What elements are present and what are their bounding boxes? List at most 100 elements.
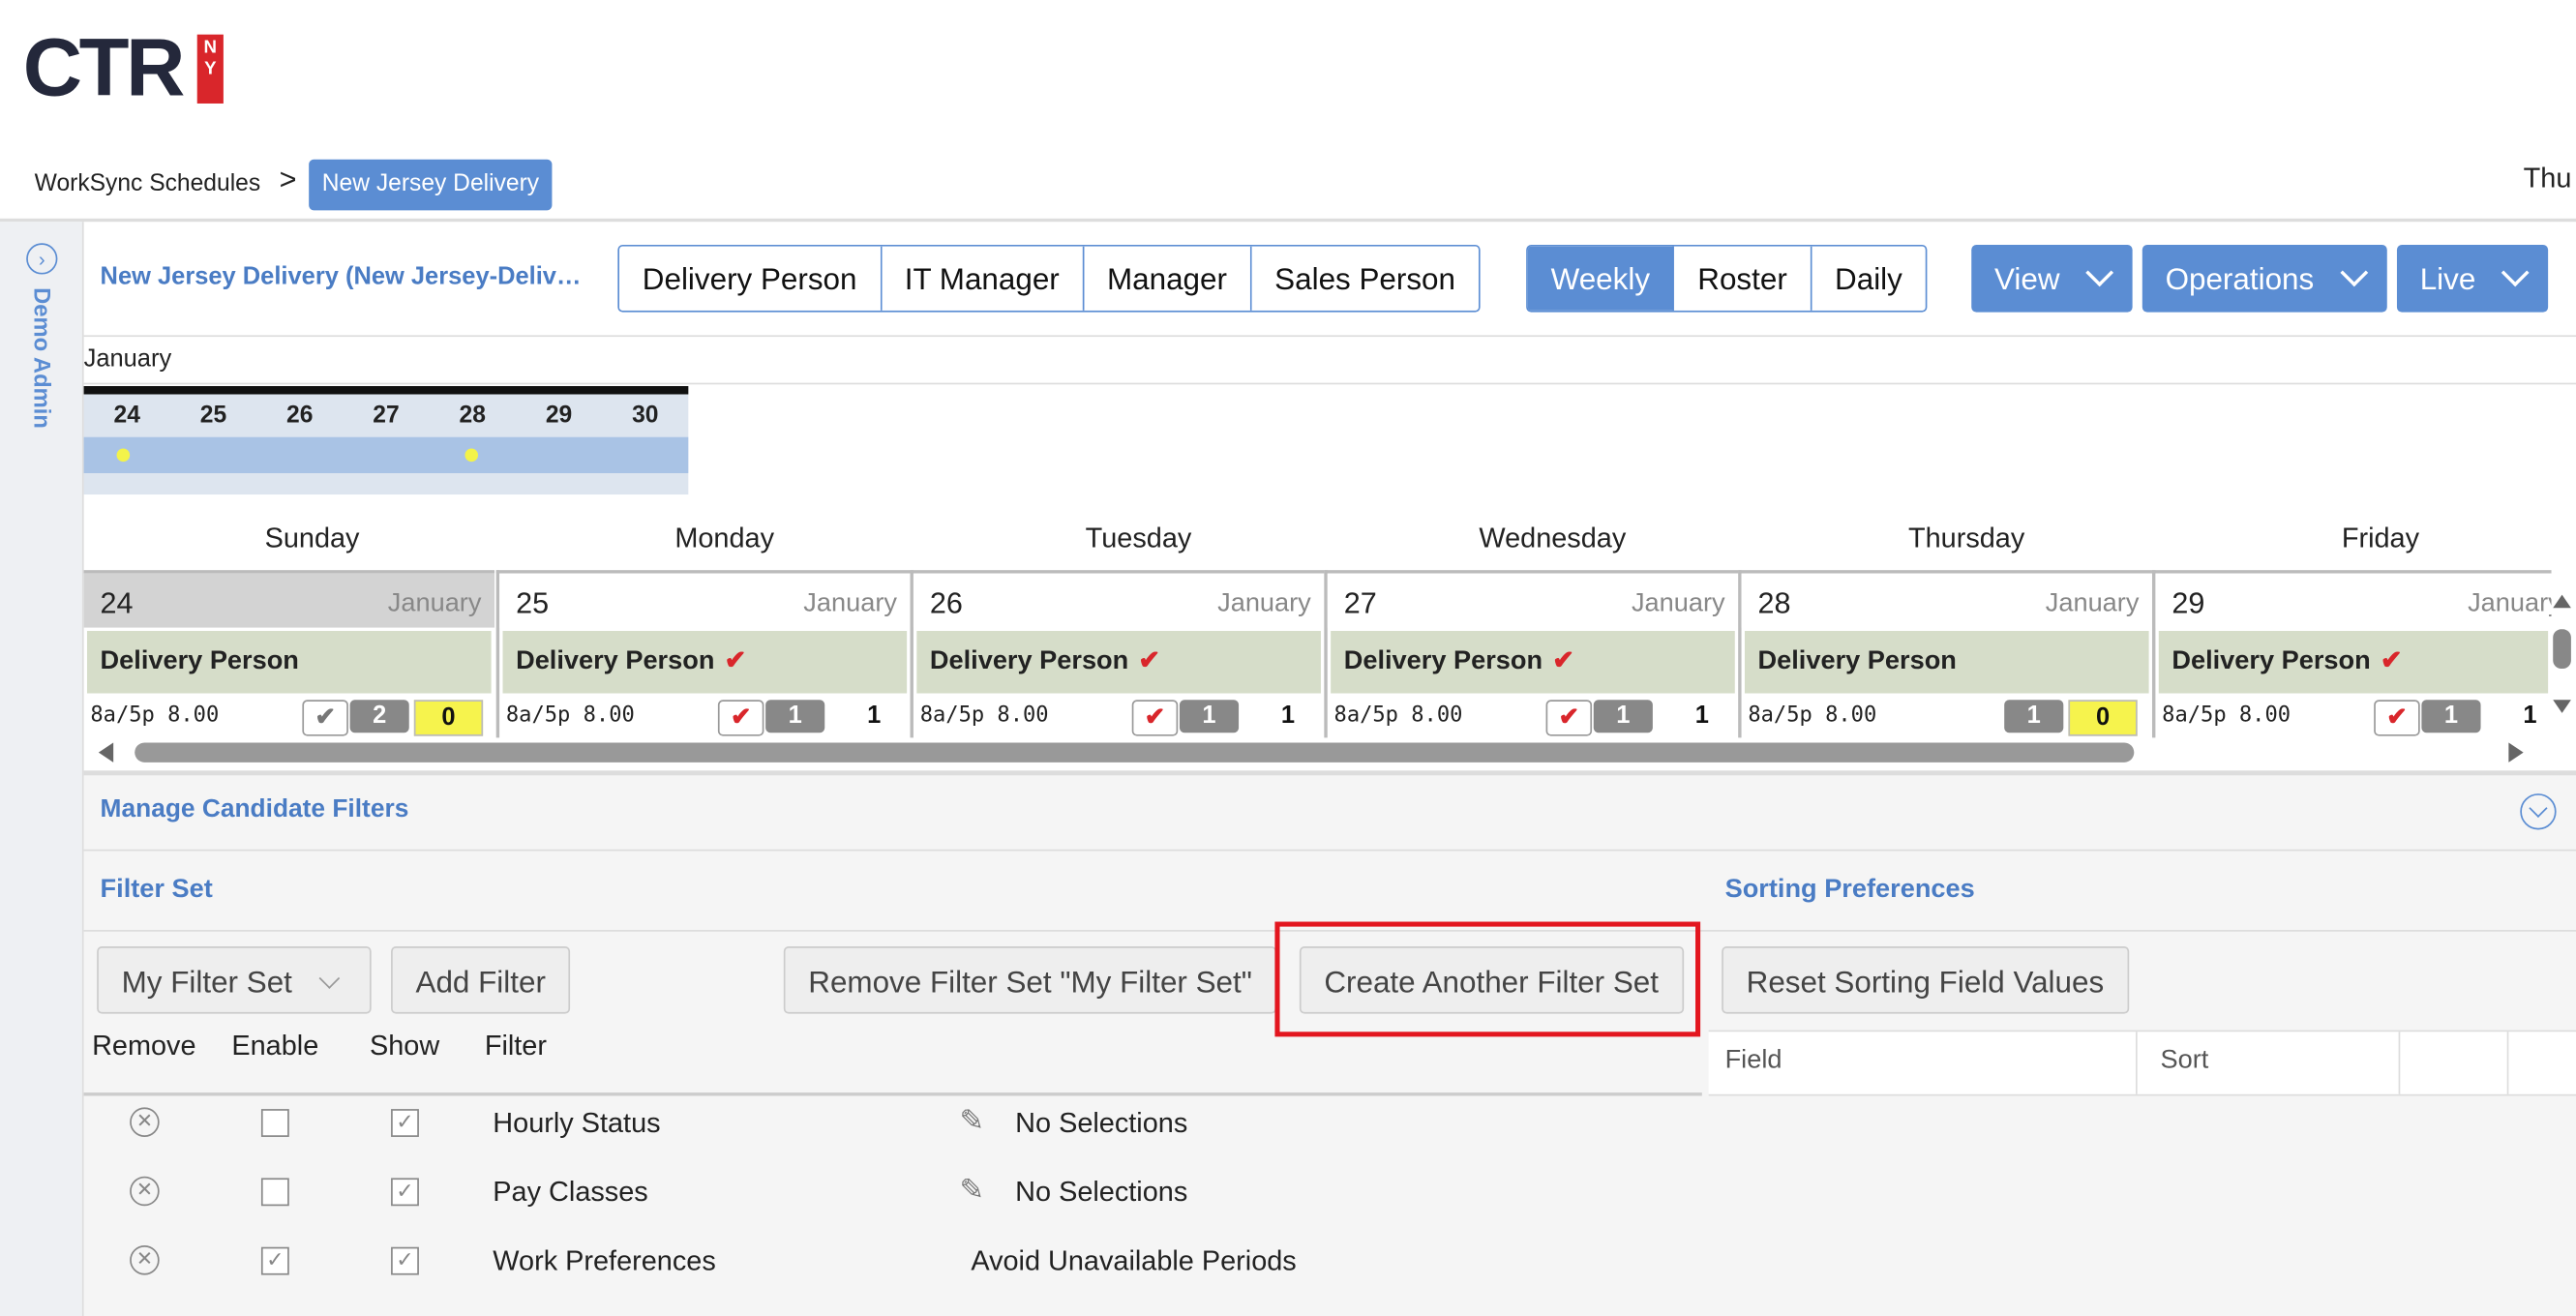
scroll-right-icon[interactable] (2505, 742, 2525, 763)
day-header[interactable]: 27 January (1327, 573, 1739, 628)
shift-row[interactable]: 8a/5p 8.00 ✔ 1 1 (499, 694, 910, 736)
role-cell[interactable]: Delivery Person (1744, 630, 2149, 694)
logo-badge: NY (196, 34, 224, 104)
open-count[interactable]: 0 (413, 700, 484, 736)
breadcrumb-separator: > (279, 163, 297, 196)
reset-sorting-button[interactable]: Reset Sorting Field Values (1722, 945, 2129, 1014)
filter-value: No Selections (1015, 1176, 1188, 1208)
remove-filter-icon[interactable]: ✕ (130, 1245, 160, 1275)
check-icon[interactable]: ✔ (2374, 700, 2420, 736)
remove-filter-icon[interactable]: ✕ (130, 1176, 160, 1207)
shift-row[interactable]: 8a/5p 8.00 ✔ 1 1 (1328, 694, 1738, 736)
role-cell[interactable]: Delivery Person (86, 630, 492, 694)
day-header[interactable]: 29 January (2155, 573, 2552, 628)
tab-roster[interactable]: Roster (1674, 246, 1812, 311)
enable-checkbox[interactable]: ✓ (260, 1246, 289, 1275)
live-menu-button[interactable]: Live (2396, 244, 2549, 313)
check-icon[interactable]: ✔ (1131, 700, 1179, 736)
role-cell[interactable]: Delivery Person ✔ (2158, 630, 2549, 694)
tab-it-manager[interactable]: IT Manager (881, 246, 1085, 311)
ctr-logo[interactable]: CTR NY (23, 26, 237, 108)
schedule-title[interactable]: New Jersey Delivery (New Jersey-Deliv… (101, 263, 618, 291)
add-filter-button[interactable]: Add Filter (391, 945, 571, 1014)
chevron-down-icon (2084, 258, 2113, 287)
filter-set-select-value: My Filter Set (121, 964, 292, 1000)
dayname-tuesday: Tuesday (1085, 522, 1192, 554)
show-checkbox[interactable]: ✓ (391, 1178, 419, 1207)
breadcrumb-current[interactable]: New Jersey Delivery (309, 159, 553, 211)
tab-weekly[interactable]: Weekly (1527, 246, 1675, 311)
mini-calendar-day[interactable]: 26 (256, 394, 343, 436)
day-header[interactable]: 25 January (499, 573, 911, 628)
shift-row[interactable]: 8a/5p 8.00 ✔ 1 1 (914, 694, 1324, 736)
day-header[interactable]: 24 January (83, 573, 495, 628)
dayname-wednesday: Wednesday (1479, 522, 1627, 554)
mini-calendar-day[interactable]: 28 (430, 394, 516, 436)
role-cell[interactable]: Delivery Person ✔ (916, 630, 1321, 694)
tab-sales-person[interactable]: Sales Person (1251, 246, 1479, 311)
breadcrumb-root-link[interactable]: WorkSync Schedules (35, 171, 261, 197)
shift-time: 8a/5p 8.00 (1748, 703, 1877, 729)
role-cell[interactable]: Delivery Person ✔ (1331, 630, 1735, 694)
mini-calendar-topbar (83, 386, 689, 395)
expand-sidebar-icon[interactable]: › (26, 243, 58, 275)
assigned-count[interactable]: 1 (2421, 700, 2481, 733)
mini-calendar-day[interactable]: 27 (343, 394, 429, 436)
chevron-down-icon (2501, 258, 2530, 287)
assigned-count[interactable]: 1 (1593, 700, 1653, 733)
day-column-monday: 25 January Delivery Person ✔ 8a/5p 8.00 ✔ … (495, 570, 911, 738)
mini-calendar-day[interactable]: 29 (516, 394, 602, 436)
role-cell[interactable]: Delivery Person ✔ (502, 630, 908, 694)
day-header[interactable]: 28 January (1741, 573, 2152, 628)
collapse-panel-icon[interactable] (2520, 793, 2557, 830)
pencil-icon[interactable]: ✎ (959, 1173, 984, 1208)
operations-menu-label: Operations (2165, 260, 2315, 296)
shift-row[interactable]: 8a/5p 8.00 ✔ 2 0 (84, 694, 494, 736)
vertical-scrollbar[interactable] (2548, 588, 2576, 727)
open-count[interactable]: 0 (2068, 700, 2138, 736)
day-number: 25 (516, 586, 550, 620)
assigned-count[interactable]: 1 (2004, 700, 2064, 733)
mini-calendar-day[interactable]: 30 (602, 394, 688, 436)
filter-value: Avoid Unavailable Periods (971, 1245, 1297, 1277)
filter-set-select[interactable]: My Filter Set (97, 945, 372, 1014)
scroll-left-icon[interactable] (97, 742, 116, 763)
dayname-monday: Monday (674, 522, 775, 554)
check-icon[interactable]: ✔ (1545, 700, 1593, 736)
remove-filter-set-button[interactable]: Remove Filter Set "My Filter Set" (783, 945, 1277, 1014)
pencil-icon[interactable]: ✎ (959, 1104, 984, 1139)
assigned-count[interactable]: 2 (349, 700, 409, 733)
view-menu-button[interactable]: View (1971, 244, 2133, 313)
mini-calendar-week-row[interactable] (83, 436, 689, 473)
scrollbar-thumb[interactable] (135, 742, 2135, 763)
shift-row[interactable]: 8a/5p 8.00 ✔ 1 1 (2155, 694, 2551, 736)
dayname-sunday: Sunday (264, 522, 360, 554)
check-icon: ✔ (1138, 646, 1161, 675)
check-icon[interactable]: ✔ (717, 700, 764, 736)
operations-menu-button[interactable]: Operations (2142, 244, 2386, 313)
check-icon: ✔ (1552, 646, 1575, 675)
assigned-count[interactable]: 1 (1179, 700, 1240, 733)
check-icon: ✔ (724, 646, 747, 675)
tab-manager[interactable]: Manager (1084, 246, 1252, 311)
live-menu-label: Live (2419, 260, 2476, 296)
assigned-count[interactable]: 1 (765, 700, 825, 733)
enable-checkbox[interactable] (260, 1178, 289, 1207)
remove-filter-icon[interactable]: ✕ (130, 1107, 160, 1137)
day-month: January (803, 589, 897, 618)
day-header[interactable]: 26 January (913, 573, 1325, 628)
check-icon[interactable]: ✔ (302, 700, 348, 736)
shift-row[interactable]: 8a/5p 8.00 1 0 (1742, 694, 2152, 736)
show-checkbox[interactable]: ✓ (391, 1109, 419, 1137)
manage-filters-title[interactable]: Manage Candidate Filters (101, 795, 409, 825)
tab-daily[interactable]: Daily (1812, 246, 1926, 311)
sidebar-user-name[interactable]: Demo Admin (30, 287, 56, 429)
tab-delivery-person[interactable]: Delivery Person (619, 246, 882, 311)
divider (83, 382, 2576, 385)
show-checkbox[interactable]: ✓ (391, 1246, 419, 1275)
enable-checkbox[interactable] (260, 1109, 289, 1137)
mini-calendar-day[interactable]: 25 (170, 394, 256, 436)
mini-calendar-day[interactable]: 24 (84, 394, 170, 436)
horizontal-scrollbar[interactable] (84, 737, 2543, 767)
chevron-down-icon (318, 968, 340, 989)
